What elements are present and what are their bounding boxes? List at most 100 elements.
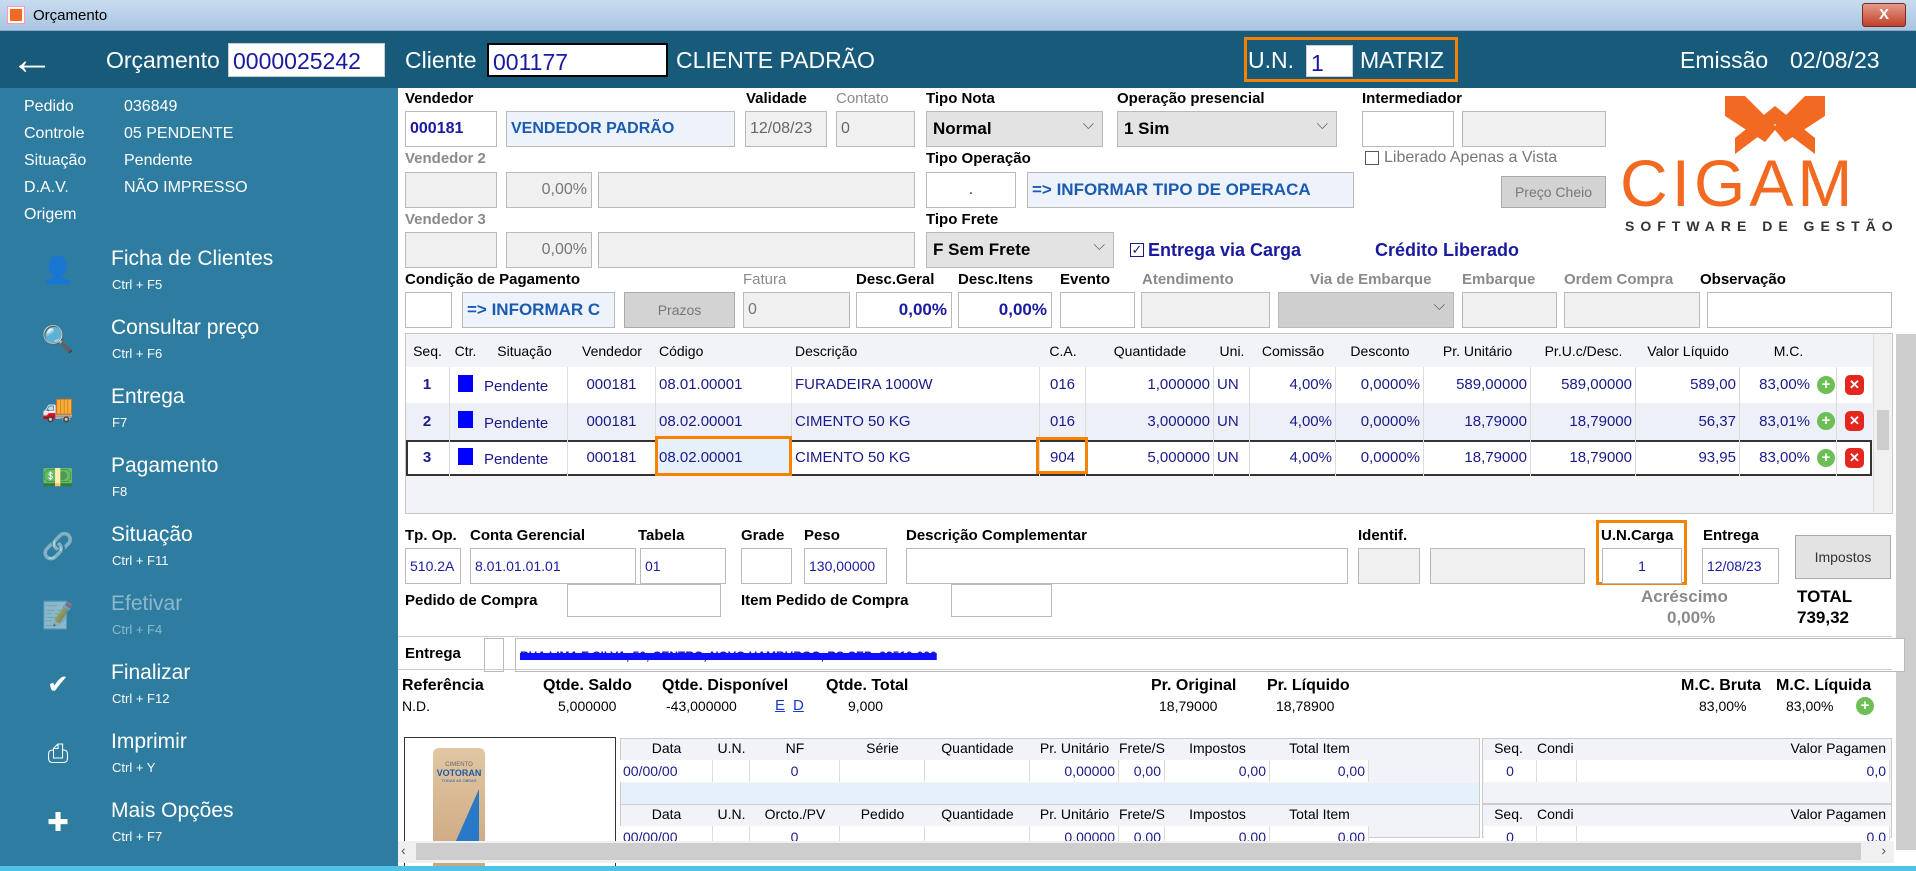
scroll-right-icon[interactable]: › xyxy=(1881,842,1886,858)
grid-scroll-thumb[interactable] xyxy=(1877,410,1889,450)
add-item-icon[interactable]: + xyxy=(1817,449,1835,467)
contato-input[interactable]: 0 xyxy=(836,111,915,147)
desconto-cell: 0,0000% xyxy=(1336,367,1424,403)
impostos-button[interactable]: Impostos xyxy=(1795,535,1891,579)
column-header[interactable]: Seq. xyxy=(408,343,447,359)
validade-input[interactable]: 12/08/23 xyxy=(745,111,827,147)
menu-item-situa-o[interactable]: 🔗 Situação Ctrl + F11 xyxy=(30,523,380,579)
estoque-e-link[interactable]: E xyxy=(775,697,785,714)
desc-comp-input[interactable] xyxy=(906,548,1348,584)
situacao-cell: Pendente xyxy=(481,403,568,440)
tipo-operacao-code-input[interactable]: . xyxy=(926,172,1016,208)
column-header[interactable]: Situação xyxy=(484,343,565,359)
uni-cell: UN xyxy=(1214,367,1250,403)
pedido-compra-label: Pedido de Compra xyxy=(405,592,538,609)
tp-op-input[interactable]: 510.2A xyxy=(405,548,461,584)
vendedor2-code-input[interactable] xyxy=(405,172,497,208)
menu-item-imprimir[interactable]: ⎙ Imprimir Ctrl + Y xyxy=(30,730,380,786)
endereco-code-input[interactable] xyxy=(484,638,504,672)
menu-item-entrega[interactable]: 🚚 Entrega F7 xyxy=(30,385,380,441)
payment-cell: 0,0 xyxy=(1577,760,1890,782)
close-button[interactable]: X xyxy=(1862,3,1906,27)
evento-input[interactable] xyxy=(1060,292,1135,328)
column-header[interactable]: Quantidade xyxy=(1089,343,1211,359)
add-item-icon[interactable]: + xyxy=(1817,376,1835,394)
main-scrollbar[interactable] xyxy=(1896,334,1916,850)
column-header[interactable]: C.A. xyxy=(1043,343,1083,359)
column-header[interactable]: Código xyxy=(659,343,789,359)
tipo-frete-select[interactable]: F Sem Frete xyxy=(926,229,1114,268)
cliente-input[interactable]: 001177 xyxy=(487,43,668,77)
menu-item-consultar-pre-o[interactable]: 🔍 Consultar preço Ctrl + F6 xyxy=(30,316,380,372)
via-embarque-select[interactable] xyxy=(1278,289,1454,328)
codigo-cell[interactable]: 08.02.00001 xyxy=(656,403,792,440)
column-header[interactable]: Pr. Unitário xyxy=(1427,343,1528,359)
preco-cheio-button[interactable]: Preço Cheio xyxy=(1501,176,1606,208)
scroll-left-icon[interactable]: ‹ xyxy=(401,842,406,858)
add-margin-icon[interactable]: + xyxy=(1856,697,1874,715)
conta-input[interactable]: 8.01.01.01.01 xyxy=(470,548,636,584)
column-header[interactable]: Uni. xyxy=(1217,343,1247,359)
column-header[interactable]: Descrição xyxy=(795,343,1037,359)
vendedor-cell: 000181 xyxy=(568,440,656,476)
menu-item-pagamento[interactable]: 💵 Pagamento F8 xyxy=(30,454,380,510)
endereco-input[interactable]: RUA LIMA E SILVA, 50, CENTRO, NOVO HAMBU… xyxy=(515,638,1905,672)
menu-label: Mais Opções xyxy=(111,799,234,822)
menu-shortcut: F7 xyxy=(112,415,128,430)
column-header[interactable]: Valor Líquido xyxy=(1639,343,1737,359)
item-pedido-input[interactable] xyxy=(951,584,1052,617)
delete-item-icon[interactable]: ✕ xyxy=(1845,448,1864,468)
liberado-vista-checkbox[interactable] xyxy=(1365,151,1379,165)
desc-geral-input[interactable]: 0,00% xyxy=(856,292,952,328)
tipo-nota-label: Tipo Nota xyxy=(926,90,995,107)
check-icon: ✔ xyxy=(47,669,69,699)
column-header[interactable]: Desconto xyxy=(1339,343,1421,359)
un-carga-label: U.N.Carga xyxy=(1601,527,1674,544)
entrega-carga-checkbox[interactable]: ✓ xyxy=(1130,243,1144,257)
delete-item-icon[interactable]: ✕ xyxy=(1845,411,1864,431)
tipo-nota-select[interactable]: Normal xyxy=(926,108,1103,147)
orcamento-input[interactable]: 0000025242 xyxy=(228,43,385,77)
peso-input[interactable]: 130,00000 xyxy=(804,548,887,584)
vendedor-code-input[interactable]: 000181 xyxy=(405,111,497,147)
payment-column-header: Seq. xyxy=(1494,740,1523,756)
vendedor3-code-input[interactable] xyxy=(405,232,497,268)
tabela-input[interactable]: 01 xyxy=(640,548,726,584)
menu-item-ficha-de-clientes[interactable]: 👤 Ficha de Clientes Ctrl + F5 xyxy=(30,247,380,303)
un-input[interactable]: 1 xyxy=(1306,45,1353,77)
op-presencial-select[interactable]: 1 Sim xyxy=(1117,108,1337,147)
grid-scrollbar[interactable] xyxy=(1873,334,1891,512)
desc-itens-input[interactable]: 0,00% xyxy=(958,292,1052,328)
total-label: TOTAL xyxy=(1797,587,1853,606)
codigo-cell[interactable]: 08.01.00001 xyxy=(656,367,792,403)
cond-pag-code-input[interactable] xyxy=(405,292,452,328)
estoque-d-link[interactable]: D xyxy=(793,697,804,714)
menu-item-efetivar[interactable]: 📝 Efetivar Ctrl + F4 xyxy=(30,592,380,648)
info-value: 05 PENDENTE xyxy=(124,125,234,142)
back-arrow-icon[interactable]: ← xyxy=(10,38,54,82)
grade-input[interactable] xyxy=(741,548,792,584)
product-image-tag: TODAS AS OBRAS xyxy=(441,778,477,783)
add-item-icon[interactable]: + xyxy=(1817,412,1835,430)
entrega-date-input[interactable]: 12/08/23 xyxy=(1702,548,1779,584)
prazos-button[interactable]: Prazos xyxy=(624,292,735,328)
column-header[interactable]: Comissão xyxy=(1253,343,1333,359)
pedido-compra-input[interactable] xyxy=(567,584,721,617)
identif-name xyxy=(1430,548,1585,584)
menu-item-mais-op-es[interactable]: ✚ Mais Opções Ctrl + F7 xyxy=(30,799,380,855)
scroll-thumb[interactable] xyxy=(416,843,1861,860)
column-header[interactable]: M.C. xyxy=(1743,343,1834,359)
column-header[interactable]: Pr.U.c/Desc. xyxy=(1534,343,1633,359)
divider xyxy=(398,669,1892,670)
delete-item-icon[interactable]: ✕ xyxy=(1845,375,1864,395)
menu-item-finalizar[interactable]: ✔ Finalizar Ctrl + F12 xyxy=(30,661,380,717)
atendimento-input xyxy=(1141,292,1270,328)
un-carga-input[interactable]: 1 xyxy=(1602,548,1682,584)
history-column-header: Quantidade xyxy=(941,740,1014,756)
menu-label: Efetivar xyxy=(111,592,183,615)
column-header[interactable]: Ctr. xyxy=(453,343,478,359)
intermediador-code-input[interactable] xyxy=(1362,111,1454,147)
horizontal-scrollbar[interactable]: ‹ › xyxy=(398,841,1894,863)
column-header[interactable]: Vendedor xyxy=(571,343,653,359)
observacao-input[interactable] xyxy=(1707,292,1892,328)
